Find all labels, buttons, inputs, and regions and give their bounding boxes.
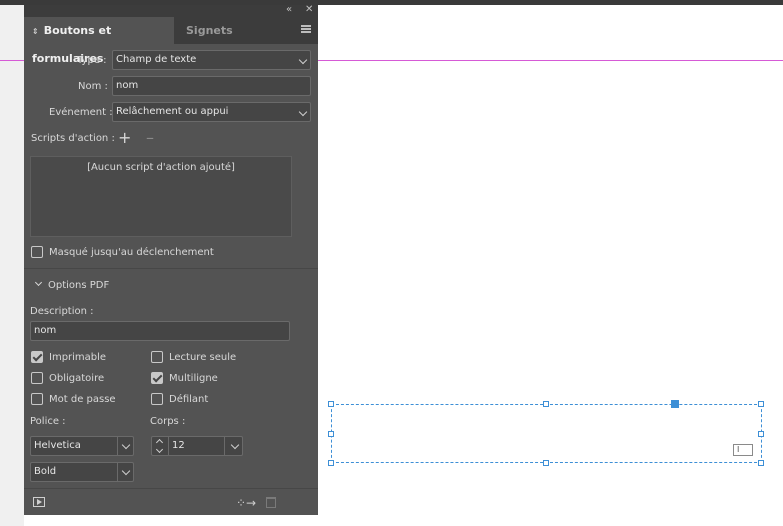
handle-anchor[interactable] xyxy=(671,400,679,408)
chevron-down-icon[interactable] xyxy=(34,278,43,287)
scrollable-label: Défilant xyxy=(169,394,209,405)
read-only-checkbox[interactable] xyxy=(151,351,163,363)
font-style-value: Bold xyxy=(34,466,57,477)
size-label: Corps : xyxy=(150,416,186,427)
add-script-button[interactable]: + xyxy=(118,130,131,146)
section-divider xyxy=(24,268,318,269)
handle-middle-left[interactable] xyxy=(328,431,334,437)
trash-icon[interactable] xyxy=(266,497,276,508)
chevron-down-icon[interactable] xyxy=(155,445,164,454)
size-stepper[interactable]: 12 xyxy=(151,436,243,456)
panel-tabs: ⇕ Boutons et formulaires Signets xyxy=(24,17,318,65)
close-icon[interactable]: ✕ xyxy=(305,4,313,16)
handle-top-right[interactable] xyxy=(758,401,764,407)
hidden-until-label: Masqué jusqu'au déclenchement xyxy=(49,247,214,258)
handle-bottom-right[interactable] xyxy=(758,460,764,466)
name-input[interactable]: nom xyxy=(112,76,311,96)
buttons-forms-panel: « ✕ ⇕ Boutons et formulaires Signets Type… xyxy=(24,4,318,515)
convert-to-button-icon[interactable]: ⁘→ xyxy=(236,496,256,510)
hidden-until-checkbox[interactable] xyxy=(31,246,43,258)
description-label: Description : xyxy=(30,306,94,317)
remove-script-button[interactable]: – xyxy=(146,130,154,146)
event-value: Relâchement ou appui xyxy=(116,106,229,117)
pasteboard-gutter xyxy=(0,5,24,526)
font-style-select[interactable]: Bold xyxy=(30,462,134,482)
chevron-down-icon xyxy=(298,55,308,65)
font-select[interactable]: Helvetica xyxy=(30,436,134,456)
empty-scripts-text: [Aucun script d'action ajouté] xyxy=(87,162,235,173)
size-value: 12 xyxy=(172,440,185,451)
text-field-badge-icon: I xyxy=(733,444,753,456)
chevron-down-icon xyxy=(298,107,308,117)
preview-icon[interactable] xyxy=(33,497,45,507)
action-scripts-list[interactable]: [Aucun script d'action ajouté] xyxy=(30,156,292,237)
double-chevron-icon[interactable]: « xyxy=(286,4,292,16)
event-select[interactable]: Relâchement ou appui xyxy=(112,102,311,122)
required-label: Obligatoire xyxy=(49,373,105,384)
scripts-label: Scripts d'action : xyxy=(31,133,115,144)
printable-checkbox[interactable] xyxy=(31,351,43,363)
handle-bottom-left[interactable] xyxy=(328,460,334,466)
password-checkbox[interactable] xyxy=(31,393,43,405)
event-label: Evénement : xyxy=(49,107,113,118)
select-divider xyxy=(224,437,225,455)
type-value: Champ de texte xyxy=(116,54,197,65)
panel-menu-icon[interactable] xyxy=(301,25,311,33)
tab-buttons-forms[interactable]: ⇕ Boutons et formulaires xyxy=(24,17,174,65)
panel-footer: ⁘→ xyxy=(24,488,318,515)
chevron-down-icon xyxy=(230,440,240,450)
scrollable-checkbox[interactable] xyxy=(151,393,163,405)
name-label: Nom : xyxy=(78,81,108,92)
select-divider xyxy=(117,437,118,455)
up-down-arrows-icon: ⇕ xyxy=(32,27,39,36)
required-checkbox[interactable] xyxy=(31,372,43,384)
handle-top-left[interactable] xyxy=(328,401,334,407)
description-value: nom xyxy=(34,325,57,336)
multiline-checkbox[interactable] xyxy=(151,372,163,384)
description-input[interactable]: nom xyxy=(30,321,290,341)
stepper-divider xyxy=(168,437,169,455)
read-only-label: Lecture seule xyxy=(169,352,237,363)
handle-bottom-center[interactable] xyxy=(543,460,549,466)
chevron-down-icon xyxy=(121,466,131,476)
printable-label: Imprimable xyxy=(49,352,107,363)
font-value: Helvetica xyxy=(34,440,81,451)
font-label: Police : xyxy=(30,416,66,427)
text-field-frame[interactable] xyxy=(331,404,762,463)
name-value: nom xyxy=(116,80,139,91)
multiline-label: Multiligne xyxy=(169,373,218,384)
handle-top-center[interactable] xyxy=(543,401,549,407)
handle-middle-right[interactable] xyxy=(758,431,764,437)
tab-bookmarks[interactable]: Signets xyxy=(186,17,233,44)
chevron-down-icon xyxy=(121,440,131,450)
panel-titlebar[interactable]: « ✕ xyxy=(24,4,318,17)
password-label: Mot de passe xyxy=(49,394,116,405)
type-label: Type : xyxy=(77,55,107,66)
type-select[interactable]: Champ de texte xyxy=(112,50,311,70)
select-divider xyxy=(117,463,118,481)
pdf-options-header[interactable]: Options PDF xyxy=(48,280,109,291)
